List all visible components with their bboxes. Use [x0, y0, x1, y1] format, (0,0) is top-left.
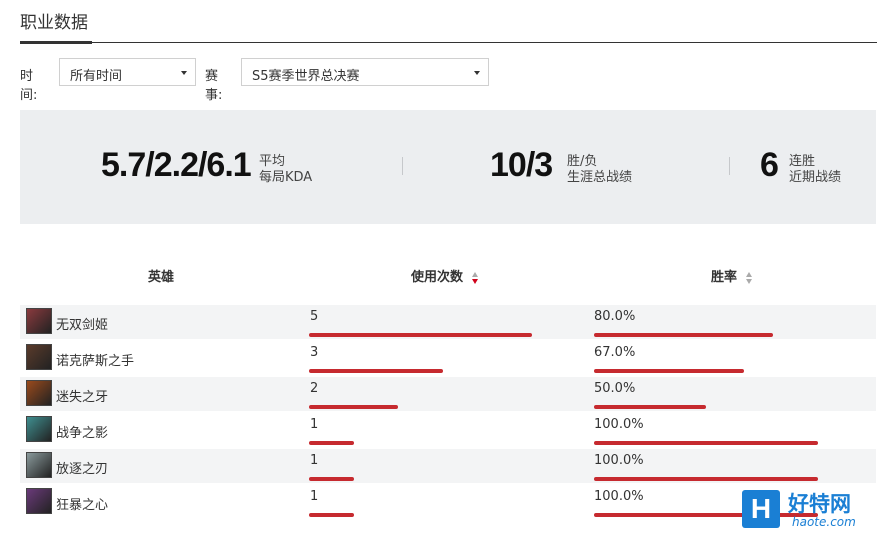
- hero-avatar: [26, 452, 52, 478]
- watermark: H 好特网 haote.com: [742, 488, 874, 532]
- winrate-bar: [594, 405, 706, 409]
- uses-bar: [309, 477, 354, 481]
- sort-icon[interactable]: [745, 271, 753, 285]
- hero-avatar: [26, 380, 52, 406]
- page-title: 职业数据: [20, 13, 88, 33]
- time-select[interactable]: 所有时间: [59, 58, 196, 86]
- hero-name: 无双剑姬: [56, 318, 109, 333]
- uses-bar: [309, 405, 398, 409]
- record-label-2: 生涯总战绩: [567, 170, 633, 185]
- winrate-bar: [594, 441, 818, 445]
- event-select[interactable]: S5赛季世界总决赛: [241, 58, 489, 86]
- column-header-winrate[interactable]: 胜率: [711, 266, 753, 285]
- table-row[interactable]: 战争之影 1 100.0%: [20, 413, 876, 447]
- uses-count: 1: [310, 453, 319, 468]
- kda-value: 5.7/2.2/6.1: [101, 146, 252, 184]
- winrate-value: 100.0%: [594, 489, 644, 504]
- winrate-bar: [594, 333, 773, 337]
- hero-name: 战争之影: [56, 426, 109, 441]
- winrate-value: 50.0%: [594, 381, 636, 396]
- uses-count: 2: [310, 381, 319, 396]
- hero-name: 诺克萨斯之手: [56, 354, 135, 369]
- hero-avatar: [26, 308, 52, 334]
- section-header: 职业数据: [20, 0, 877, 44]
- uses-bar: [309, 369, 443, 373]
- table-header: 英雄 使用次数 胜率: [20, 256, 876, 294]
- sort-icon[interactable]: [471, 271, 479, 285]
- event-select-value: S5赛季世界总决赛: [252, 69, 360, 84]
- hero-name: 迷失之牙: [56, 390, 109, 405]
- uses-count: 1: [310, 417, 319, 432]
- uses-bar: [309, 333, 532, 337]
- watermark-text: 好特网: [788, 492, 851, 516]
- time-select-value: 所有时间: [70, 69, 123, 84]
- uses-count: 5: [310, 309, 319, 324]
- chevron-down-icon: [474, 71, 480, 75]
- watermark-url: haote.com: [792, 515, 856, 529]
- winrate-bar: [594, 477, 818, 481]
- streak-label-2: 近期战绩: [789, 170, 842, 185]
- stats-panel: 5.7/2.2/6.1 平均 每局KDA 10/3 胜/负 生涯总战绩 6 连胜…: [20, 110, 876, 224]
- table-row[interactable]: 迷失之牙 2 50.0%: [20, 377, 876, 411]
- uses-count: 1: [310, 489, 319, 504]
- watermark-logo: H: [742, 490, 780, 528]
- hero-name: 狂暴之心: [56, 498, 109, 513]
- table-row[interactable]: 诺克萨斯之手 3 67.0%: [20, 341, 876, 375]
- stat-divider: [729, 157, 730, 175]
- kda-label-2: 每局KDA: [259, 170, 313, 185]
- column-header-uses[interactable]: 使用次数: [411, 266, 479, 285]
- record-value: 10/3: [490, 146, 553, 184]
- table-row[interactable]: 无双剑姬 5 80.0%: [20, 305, 876, 339]
- hero-avatar: [26, 488, 52, 514]
- chevron-down-icon: [181, 71, 187, 75]
- winrate-value: 100.0%: [594, 453, 644, 468]
- hero-avatar: [26, 344, 52, 370]
- uses-bar: [309, 441, 354, 445]
- column-header-winrate-label: 胜率: [711, 270, 738, 285]
- hero-name: 放逐之刃: [56, 462, 109, 477]
- winrate-value: 80.0%: [594, 309, 636, 324]
- winrate-value: 100.0%: [594, 417, 644, 432]
- title-underline: [20, 41, 92, 44]
- streak-value: 6: [760, 146, 779, 184]
- event-filter-label: 赛事:: [205, 69, 223, 103]
- hero-avatar: [26, 416, 52, 442]
- uses-count: 3: [310, 345, 319, 360]
- table-row[interactable]: 放逐之刃 1 100.0%: [20, 449, 876, 483]
- column-header-uses-label: 使用次数: [411, 270, 464, 285]
- stat-divider: [402, 157, 403, 175]
- column-header-hero: 英雄: [148, 270, 175, 285]
- time-filter-label: 时间:: [20, 69, 38, 103]
- winrate-value: 67.0%: [594, 345, 636, 360]
- winrate-bar: [594, 369, 744, 373]
- uses-bar: [309, 513, 354, 517]
